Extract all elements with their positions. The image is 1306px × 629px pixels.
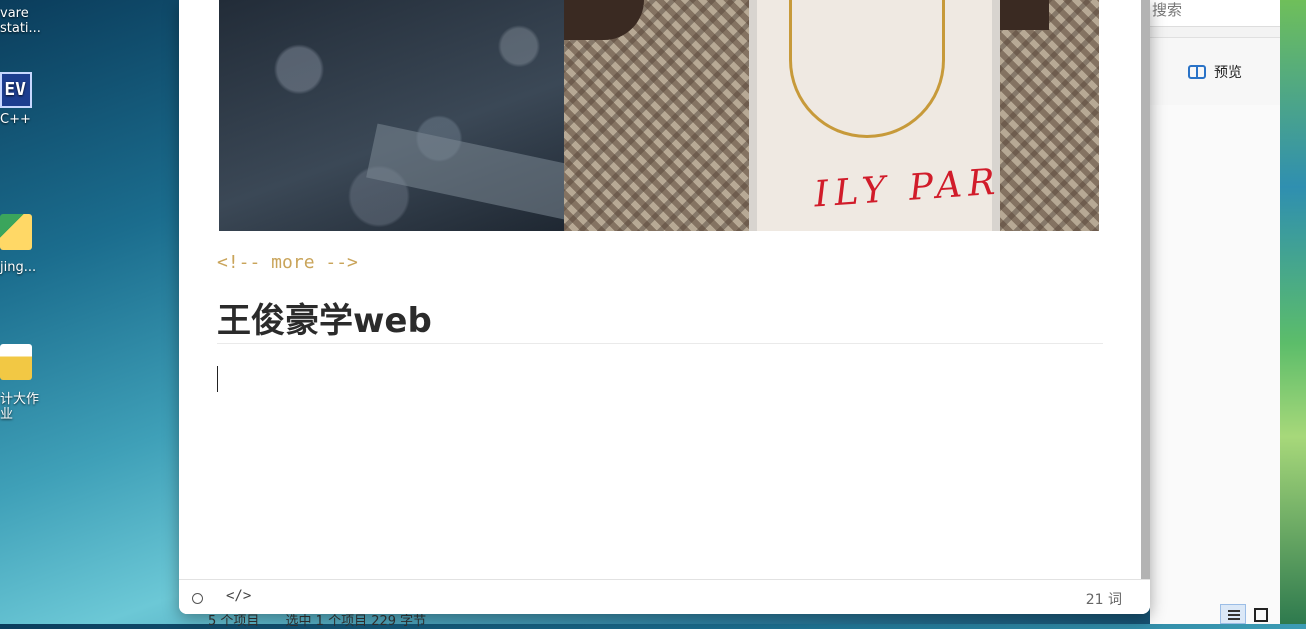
outline-toggle-icon[interactable] xyxy=(192,593,203,604)
desktop-icon-label: 计大作 xyxy=(0,392,40,407)
desktop-icon-label: stati... xyxy=(0,21,41,36)
details-view-icon[interactable] xyxy=(1220,604,1246,624)
desktop-icon-label: vare xyxy=(0,6,29,21)
desktop-icon-folder[interactable]: jing... xyxy=(0,214,60,275)
source-mode-icon[interactable]: </> xyxy=(226,588,251,604)
document-heading[interactable]: 王俊豪学web xyxy=(217,300,432,342)
desktop-icon-label: 业 xyxy=(0,407,14,422)
folder-icon xyxy=(0,214,32,250)
preview-pane-icon xyxy=(1188,65,1206,79)
desktop-icon-vmware[interactable]: vare stati... xyxy=(0,6,60,36)
more-comment[interactable]: <!-- more --> xyxy=(217,252,358,273)
desktop-icon-label: jing... xyxy=(0,260,37,275)
explorer-search-box[interactable]: 搜索 xyxy=(1150,0,1280,27)
explorer-preview-area xyxy=(1150,105,1280,624)
devcpp-icon: EV xyxy=(0,72,32,108)
word-count[interactable]: 21 词 xyxy=(1086,589,1122,609)
text-caret xyxy=(217,366,218,392)
folder-document-icon xyxy=(0,344,32,380)
tiles-view-icon[interactable] xyxy=(1254,608,1268,622)
preview-pane-button[interactable]: 预览 xyxy=(1188,62,1242,82)
desktop-icon-devcpp[interactable]: EV C++ xyxy=(0,72,60,127)
editor-scrollbar[interactable] xyxy=(1141,0,1150,579)
embedded-photo: ILY PAR xyxy=(219,0,1099,231)
explorer-view-switcher xyxy=(1220,604,1268,624)
explorer-selection-info: 选中 1 个项目 229 字节 xyxy=(285,614,427,629)
preview-pane-label: 预览 xyxy=(1214,65,1242,81)
file-explorer-window: 搜索 预览 xyxy=(1150,0,1280,624)
desktop-wallpaper-strip xyxy=(1280,0,1306,624)
markdown-editor-window: ILY PAR <!-- more --> 王俊豪学web </> 21 词 xyxy=(179,0,1150,614)
desktop: vare stati... EV C++ jing... 计大作 业 xyxy=(0,0,180,624)
heading-underline xyxy=(217,343,1103,344)
explorer-item-count: 5 个项目 xyxy=(208,614,260,629)
desktop-icon-folder-document[interactable]: 计大作 业 xyxy=(0,344,60,422)
explorer-toolbar: 预览 xyxy=(1150,37,1280,106)
desktop-icon-label: C++ xyxy=(0,112,31,127)
editor-status-bar: </> 21 词 xyxy=(179,579,1150,614)
